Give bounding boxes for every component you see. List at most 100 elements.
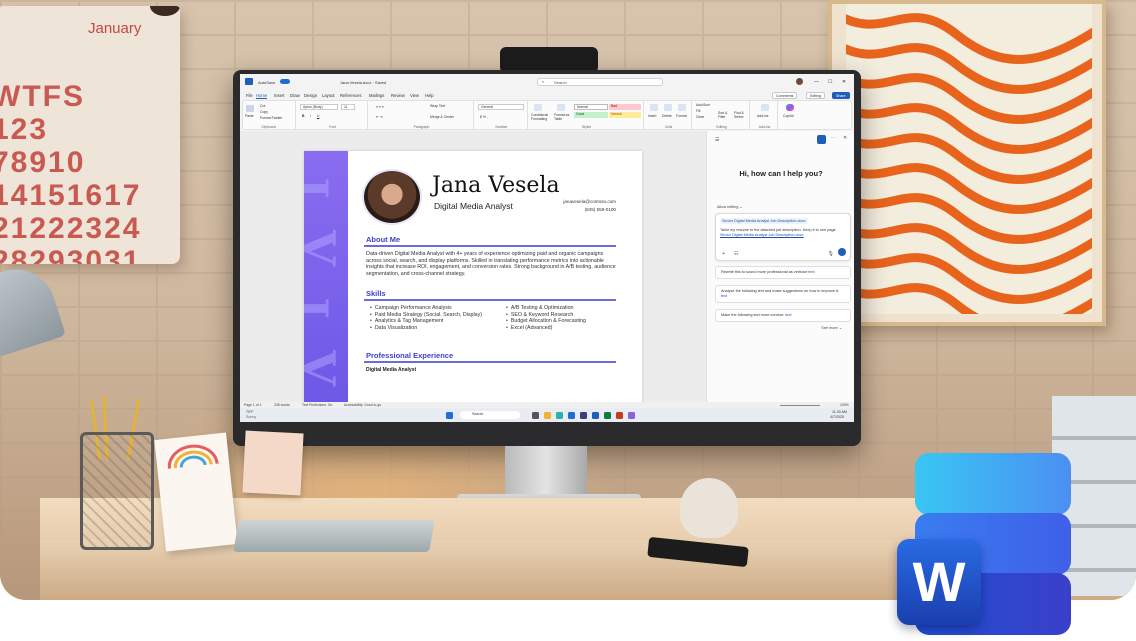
- prompt-file-link[interactable]: Senior Digital Media Analyst Job Descrip…: [720, 233, 804, 237]
- file-explorer-icon[interactable]: [544, 412, 551, 419]
- style-bad[interactable]: Bad: [609, 104, 641, 110]
- tab-home[interactable]: Home: [256, 93, 268, 99]
- taskbar-search[interactable]: Search: [460, 411, 520, 419]
- tab-references[interactable]: References: [340, 93, 361, 98]
- search-input[interactable]: ⌕ Search: [537, 78, 663, 86]
- word-taskbar-icon[interactable]: [592, 412, 599, 419]
- close-pane-icon[interactable]: ✕: [843, 135, 847, 141]
- copilot-icon[interactable]: [786, 104, 794, 111]
- accent-band: J V J V: [304, 151, 348, 411]
- resume-page[interactable]: J V J V Jana Vesela Digital Media Analys…: [304, 151, 642, 411]
- copilot-prompt-box[interactable]: Senior Digital Media Analyst Job Descrip…: [715, 213, 851, 261]
- tab-mailings[interactable]: Mailings: [369, 93, 384, 98]
- autosave-toggle[interactable]: [280, 79, 290, 84]
- attached-file-chip[interactable]: Senior Digital Media Analyst Job Descrip…: [720, 218, 808, 224]
- prompt-text[interactable]: Tailor my resume to the attached job des…: [720, 228, 846, 238]
- fill-button[interactable]: Fill: [696, 109, 700, 113]
- format-button[interactable]: Format: [676, 114, 687, 118]
- style-normal[interactable]: Normal: [574, 104, 608, 110]
- underline-icon[interactable]: U: [317, 114, 319, 118]
- align-icon[interactable]: ≡ ≡ ≡: [376, 105, 384, 109]
- minimize-icon[interactable]: —: [814, 79, 819, 85]
- zoom-level[interactable]: 100%: [840, 403, 849, 407]
- style-good[interactable]: Good: [574, 112, 608, 118]
- suggestion-card[interactable]: Analyze the following text and make sugg…: [715, 285, 851, 303]
- tab-view[interactable]: View: [410, 93, 419, 98]
- edit-mode-dropdown[interactable]: Allow editing ⌄: [717, 204, 743, 209]
- wrap-text-button[interactable]: Wrap Text: [430, 104, 445, 108]
- currency-icon[interactable]: $ % ,: [480, 115, 488, 119]
- excel-taskbar-icon[interactable]: [604, 412, 611, 419]
- word-count[interactable]: 238 words: [274, 403, 290, 407]
- comments-button[interactable]: Comments: [772, 92, 798, 99]
- zoom-slider[interactable]: [780, 405, 820, 406]
- powerpoint-taskbar-icon[interactable]: [616, 412, 623, 419]
- merge-center-button[interactable]: Merge & Center: [430, 115, 454, 119]
- document-name[interactable]: Jana Vesela.docx · Saved: [340, 80, 386, 85]
- style-neutral[interactable]: Neutral: [609, 112, 641, 118]
- find-select-button[interactable]: Find & Select: [734, 111, 748, 119]
- format-table-icon[interactable]: [557, 104, 565, 111]
- clock-date[interactable]: 4/7/2025: [830, 415, 844, 419]
- addins-button[interactable]: Add-ins: [757, 114, 769, 118]
- text-predictions[interactable]: Text Predictions: On: [302, 403, 332, 407]
- tab-insert[interactable]: Insert: [274, 93, 284, 98]
- tab-review[interactable]: Review: [391, 93, 405, 98]
- share-button[interactable]: Share: [832, 92, 850, 99]
- copilot-button[interactable]: Copilot: [783, 114, 794, 118]
- delete-button[interactable]: Delete: [662, 114, 672, 118]
- document-canvas[interactable]: J V J V Jana Vesela Digital Media Analys…: [240, 131, 706, 411]
- cut-button[interactable]: Cut: [260, 104, 265, 108]
- outlook-icon[interactable]: [568, 412, 575, 419]
- more-icon[interactable]: ⋯: [831, 135, 836, 141]
- avatar[interactable]: [796, 78, 803, 85]
- font-size-select[interactable]: 11: [341, 104, 355, 110]
- copy-button[interactable]: Copy: [260, 110, 268, 114]
- edge-icon[interactable]: [556, 412, 563, 419]
- tab-draw[interactable]: Draw: [290, 93, 300, 98]
- see-more-button[interactable]: See more ⌄: [821, 325, 842, 330]
- tab-help[interactable]: Help: [425, 93, 434, 98]
- app-taskbar-icon[interactable]: [628, 412, 635, 419]
- suggestion-card[interactable]: Rewrite this to sound more professional …: [715, 266, 851, 279]
- maximize-icon[interactable]: ☐: [828, 79, 832, 85]
- menu-icon[interactable]: ☰: [715, 137, 719, 143]
- clear-button[interactable]: Clear: [696, 115, 704, 119]
- tab-file[interactable]: File: [246, 93, 253, 98]
- format-painter-button[interactable]: Format Painter: [260, 116, 282, 120]
- teams-icon[interactable]: [580, 412, 587, 419]
- tab-design[interactable]: Design: [304, 93, 317, 98]
- conditional-formatting-button[interactable]: Conditional Formatting: [531, 113, 553, 121]
- add-icon[interactable]: +: [722, 251, 725, 257]
- italic-icon[interactable]: I: [310, 114, 311, 118]
- tab-layout[interactable]: Layout: [322, 93, 335, 98]
- task-view-icon[interactable]: [532, 412, 539, 419]
- microphone-icon[interactable]: 🎙: [828, 251, 834, 257]
- weather-temp[interactable]: 70°F: [246, 410, 254, 414]
- number-format-select[interactable]: General: [478, 104, 524, 110]
- insert-button[interactable]: Insert: [648, 114, 656, 118]
- suggestion-card[interactable]: Make the following text more concise: te…: [715, 309, 851, 322]
- page-count[interactable]: Page 1 of 1: [244, 403, 261, 407]
- close-icon[interactable]: ✕: [842, 79, 846, 85]
- editing-button[interactable]: Editing: [806, 92, 825, 99]
- conditional-formatting-icon[interactable]: [534, 104, 542, 111]
- indent-icon[interactable]: ⇤ ⇥: [376, 115, 383, 119]
- format-table-button[interactable]: Format as Table: [554, 113, 572, 121]
- clock-time[interactable]: 11:30 AM: [832, 410, 847, 414]
- addins-icon[interactable]: [761, 104, 769, 111]
- start-icon[interactable]: [446, 412, 453, 419]
- bold-icon[interactable]: B: [302, 114, 304, 118]
- accessibility-status[interactable]: Accessibility: Good to go: [344, 403, 381, 407]
- format-cells-icon[interactable]: [678, 104, 686, 111]
- prompt-guide-icon[interactable]: ☷: [734, 251, 738, 257]
- send-button[interactable]: [838, 248, 846, 256]
- autosum-button[interactable]: AutoSum: [696, 103, 710, 107]
- new-chat-icon[interactable]: [817, 135, 826, 144]
- insert-cells-icon[interactable]: [650, 104, 658, 111]
- paste-icon[interactable]: [246, 105, 254, 112]
- sort-filter-button[interactable]: Sort & Filter: [718, 111, 732, 119]
- paste-button[interactable]: Paste: [245, 114, 254, 118]
- font-name-select[interactable]: Aptos (Body): [300, 104, 338, 110]
- delete-cells-icon[interactable]: [664, 104, 672, 111]
